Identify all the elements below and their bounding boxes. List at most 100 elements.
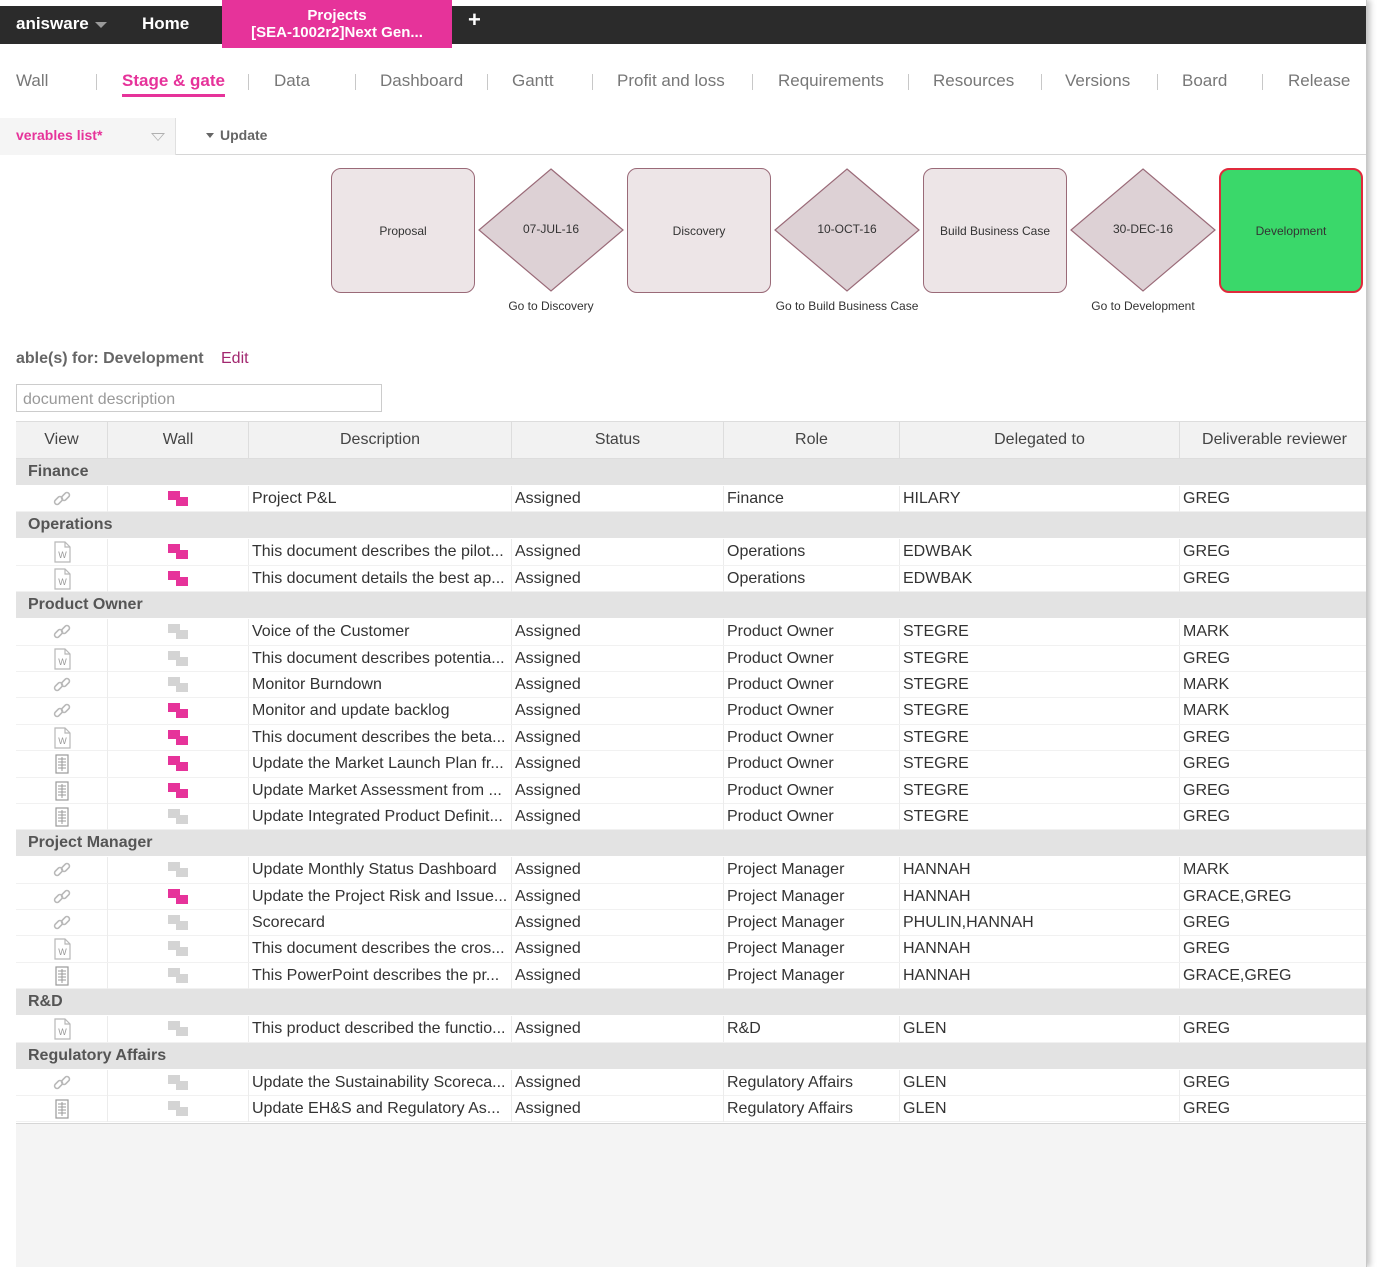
view-cell[interactable]: W	[16, 936, 108, 963]
tab-release[interactable]: Release	[1288, 71, 1350, 91]
chat-bubbles-icon[interactable]	[167, 729, 189, 747]
table-row[interactable]: Monitor and update backlog Assigned Produc…	[16, 698, 1366, 725]
tab-data[interactable]: Data	[274, 71, 310, 91]
table-row[interactable]: W This document describes potentia... Assi…	[16, 645, 1366, 672]
word-document-icon[interactable]: W	[51, 938, 73, 961]
link-icon[interactable]	[51, 1072, 73, 1094]
table-row[interactable]: Scorecard Assigned Project Manager PHULIN,H…	[16, 910, 1366, 937]
table-row[interactable]: W This document describes the beta... Assi…	[16, 724, 1366, 752]
view-cell[interactable]	[16, 962, 108, 989]
stage-proposal[interactable]: Proposal	[331, 168, 475, 293]
chat-bubbles-icon[interactable]	[167, 967, 189, 985]
word-document-icon[interactable]: W	[51, 647, 73, 670]
form-document-icon[interactable]	[51, 780, 73, 802]
gate-diamond[interactable]: 07-JUL-16	[478, 168, 624, 292]
wall-cell[interactable]	[108, 1016, 249, 1043]
table-row[interactable]: Update the Market Launch Plan fr... Assig…	[16, 751, 1366, 778]
link-icon[interactable]	[51, 700, 73, 722]
table-row[interactable]: Update the Project Risk and Issue... Assi…	[16, 883, 1366, 911]
word-document-icon[interactable]: W	[51, 541, 73, 563]
chat-bubbles-icon[interactable]	[167, 623, 189, 641]
chat-bubbles-icon[interactable]	[167, 1020, 189, 1038]
add-tab-button[interactable]: +	[468, 9, 481, 31]
table-row[interactable]: W This document describes the cros... Assi…	[16, 936, 1366, 963]
form-document-icon[interactable]	[51, 965, 73, 987]
wall-cell[interactable]	[108, 883, 249, 910]
column-header-role[interactable]: Role	[724, 422, 900, 459]
table-row[interactable]: Update EH&S and Regulatory As... Assigned…	[16, 1096, 1366, 1123]
view-cell[interactable]: W	[16, 645, 108, 672]
chat-bubbles-icon[interactable]	[167, 650, 189, 668]
description-cell[interactable]: This PowerPoint describes the pr...	[249, 962, 512, 989]
chat-bubbles-icon[interactable]	[167, 570, 189, 588]
description-cell[interactable]: This document details the best ap...	[249, 565, 512, 592]
description-filter-input[interactable]	[16, 384, 382, 412]
view-cell[interactable]	[16, 1096, 108, 1123]
description-cell[interactable]: Update the Market Launch Plan fr...	[249, 751, 512, 778]
projects-tab[interactable]: Projects [SEA-1002r2]Next Gen...	[222, 0, 452, 48]
wall-cell[interactable]	[108, 724, 249, 751]
tab-gantt[interactable]: Gantt	[512, 71, 554, 91]
tab-versions[interactable]: Versions	[1065, 71, 1130, 91]
description-cell[interactable]: Update Market Assessment from ...	[249, 777, 512, 804]
view-cell[interactable]	[16, 619, 108, 646]
column-header-description[interactable]: Description	[249, 422, 512, 459]
description-cell[interactable]: Monitor Burndown	[249, 671, 512, 698]
chat-bubbles-icon[interactable]	[167, 914, 189, 932]
wall-cell[interactable]	[108, 936, 249, 963]
link-icon[interactable]	[51, 621, 73, 643]
form-document-icon[interactable]	[51, 753, 73, 775]
view-select[interactable]: verables list*	[0, 118, 176, 155]
view-cell[interactable]	[16, 803, 108, 830]
tab-board[interactable]: Board	[1182, 71, 1227, 91]
chat-bubbles-icon[interactable]	[167, 1100, 189, 1118]
description-cell[interactable]: This document describes the beta...	[249, 724, 512, 751]
wall-cell[interactable]	[108, 910, 249, 937]
column-header-wall[interactable]: Wall	[108, 422, 249, 459]
table-row[interactable]: W This document describes the pilot... Ass…	[16, 539, 1366, 566]
column-header-deliverable-reviewer[interactable]: Deliverable reviewer	[1180, 422, 1366, 459]
wall-cell[interactable]	[108, 1096, 249, 1123]
word-document-icon[interactable]: W	[51, 1018, 73, 1040]
chat-bubbles-icon[interactable]	[167, 543, 189, 561]
form-document-icon[interactable]	[51, 1098, 73, 1120]
update-button[interactable]: Update	[206, 127, 267, 143]
column-header-view[interactable]: View	[16, 422, 108, 459]
table-row[interactable]: Update the Sustainability Scoreca... Assi…	[16, 1069, 1366, 1097]
chat-bubbles-icon[interactable]	[167, 676, 189, 694]
wall-cell[interactable]	[108, 803, 249, 830]
word-document-icon[interactable]: W	[51, 568, 73, 590]
view-cell[interactable]	[16, 910, 108, 937]
description-cell[interactable]: Update Integrated Product Definit...	[249, 803, 512, 830]
tab-stage-gate[interactable]: Stage & gate	[122, 71, 225, 97]
column-header-status[interactable]: Status	[512, 422, 724, 459]
description-cell[interactable]: Update EH&S and Regulatory As...	[249, 1096, 512, 1123]
view-cell[interactable]: W	[16, 539, 108, 566]
wall-cell[interactable]	[108, 671, 249, 698]
chat-bubbles-icon[interactable]	[167, 490, 189, 508]
view-cell[interactable]	[16, 671, 108, 698]
description-cell[interactable]: This document describes potentia...	[249, 645, 512, 672]
chat-bubbles-icon[interactable]	[167, 1074, 189, 1092]
table-row[interactable]: This PowerPoint describes the pr... Assig…	[16, 962, 1366, 990]
wall-cell[interactable]	[108, 619, 249, 646]
tab-dashboard[interactable]: Dashboard	[380, 71, 463, 91]
stage-build-business-case[interactable]: Build Business Case	[923, 168, 1067, 293]
table-row[interactable]: Update Market Assessment from ... Assigne…	[16, 777, 1366, 804]
view-cell[interactable]: W	[16, 724, 108, 751]
description-cell[interactable]: This product described the functio...	[249, 1016, 512, 1043]
view-cell[interactable]	[16, 777, 108, 804]
view-cell[interactable]	[16, 698, 108, 725]
view-cell[interactable]	[16, 486, 108, 512]
view-cell[interactable]: W	[16, 1016, 108, 1043]
table-row[interactable]: Update Integrated Product Definit... Assi…	[16, 803, 1366, 831]
chat-bubbles-icon[interactable]	[167, 755, 189, 773]
brand-menu[interactable]: anisware	[16, 14, 107, 34]
wall-cell[interactable]	[108, 857, 249, 884]
column-header-delegated-to[interactable]: Delegated to	[900, 422, 1180, 459]
wall-cell[interactable]	[108, 486, 249, 512]
tab-wall[interactable]: Wall	[16, 71, 48, 91]
link-icon[interactable]	[51, 912, 73, 934]
table-row[interactable]: W This product described the functio... As…	[16, 1016, 1366, 1043]
link-icon[interactable]	[51, 488, 73, 510]
